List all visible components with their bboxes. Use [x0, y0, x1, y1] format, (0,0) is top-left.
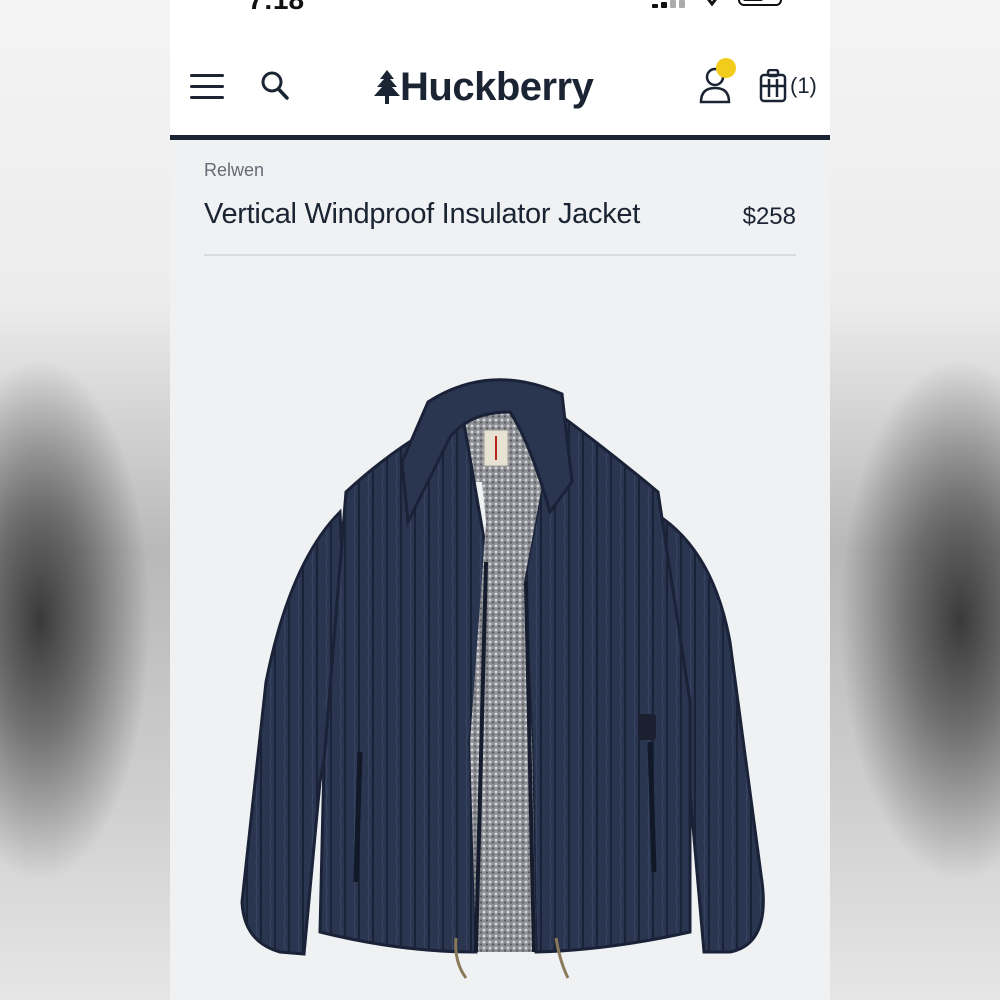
site-header: Huckberry (1) [170, 40, 830, 140]
logo-text: Huckberry [400, 64, 594, 109]
search-icon[interactable] [260, 70, 290, 102]
product-header: Relwen Vertical Windproof Insulator Jack… [170, 140, 830, 260]
status-time: 7:18 [248, 0, 304, 16]
product-brand[interactable]: Relwen [204, 160, 264, 181]
cart-button[interactable]: (1) [758, 68, 817, 104]
cart-icon [759, 69, 787, 103]
huckberry-logo[interactable]: Huckberry [374, 64, 594, 110]
wifi-icon [707, 0, 717, 6]
phone-screen: 7:18 Huckberry [170, 0, 830, 1000]
product-title: Vertical Windproof Insulator Jacket [204, 198, 640, 230]
tree-icon [374, 70, 400, 104]
product-price: $258 [742, 203, 796, 230]
cart-count: (1) [790, 73, 817, 98]
signal-icon [652, 0, 692, 8]
notification-dot [716, 58, 736, 78]
status-bar: 7:18 [170, 0, 830, 40]
divider [204, 254, 796, 256]
battery-icon [738, 0, 782, 6]
menu-icon[interactable] [190, 72, 226, 100]
product-image[interactable] [170, 262, 830, 1000]
